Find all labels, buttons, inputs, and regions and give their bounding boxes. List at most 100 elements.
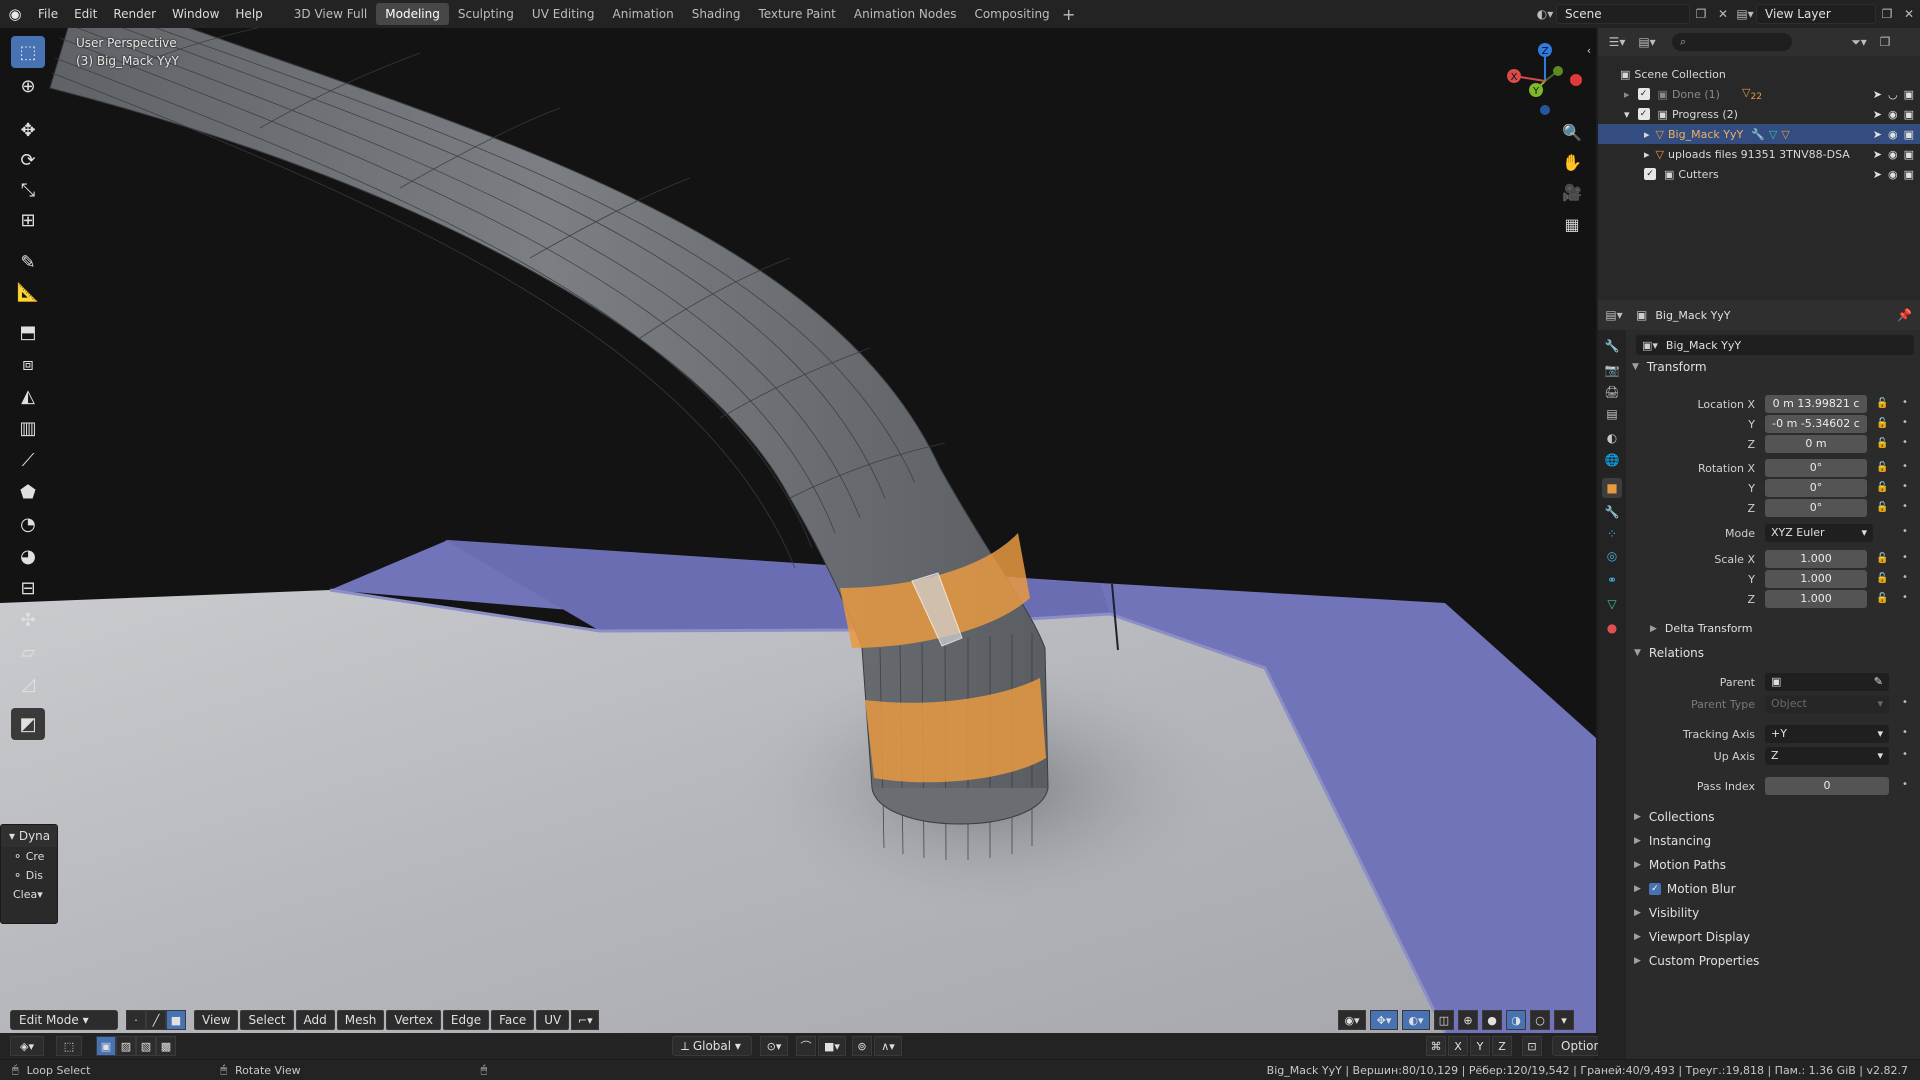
menu-render[interactable]: Render bbox=[105, 0, 164, 28]
expand-arrow-icon[interactable]: ▸ bbox=[1624, 88, 1630, 101]
menu-add[interactable]: Add bbox=[295, 1010, 335, 1030]
properties-editor-type-icon[interactable]: ▤▾ bbox=[1598, 305, 1630, 325]
dyntopo-clean-item[interactable]: Clea▾ bbox=[1, 885, 57, 904]
shear-icon[interactable]: ▱ bbox=[11, 636, 45, 668]
outliner-item-cutters[interactable]: ✓ ▣ Cutters ➤ ◉ ▣ bbox=[1598, 164, 1920, 184]
select-arrow-icon[interactable]: ➤ bbox=[1873, 88, 1882, 101]
3d-viewport[interactable]: User Perspective (3) Big_Mack YyY Z Y X … bbox=[0, 28, 1596, 1033]
pan-hand-icon[interactable]: ✋ bbox=[1558, 148, 1586, 176]
keyframe-dot-icon[interactable]: • bbox=[1902, 749, 1908, 760]
lock-icon[interactable]: 🔓 bbox=[1876, 482, 1888, 493]
active-tool-icon[interactable]: ⬚ bbox=[56, 1036, 82, 1056]
ortho-grid-icon[interactable]: ▦ bbox=[1558, 210, 1586, 238]
eye-icon[interactable]: ◡ bbox=[1888, 88, 1898, 101]
pivot-icon[interactable]: ⊙▾ bbox=[760, 1036, 788, 1056]
outliner-editor-type-icon[interactable]: ☰▾ bbox=[1602, 32, 1632, 52]
gizmo-toggle-icon[interactable]: ✥▾ bbox=[1370, 1010, 1398, 1030]
location-x-field[interactable]: 0 m 13.99821 c bbox=[1765, 395, 1867, 413]
keyframe-dot-icon[interactable]: • bbox=[1902, 592, 1908, 603]
world-tab-icon[interactable]: 🌐 bbox=[1602, 450, 1622, 470]
rotation-mode-dropdown[interactable]: XYZ Euler ▾ bbox=[1765, 524, 1873, 542]
lock-icon[interactable]: 🔓 bbox=[1876, 573, 1888, 584]
scale-x-field[interactable]: 1.000 bbox=[1765, 550, 1867, 568]
tracking-axis-dropdown[interactable]: +Y ▾ bbox=[1765, 725, 1889, 743]
location-y-field[interactable]: -0 m -5.34602 c bbox=[1765, 415, 1867, 433]
rotation-y-field[interactable]: 0° bbox=[1765, 479, 1867, 497]
keyframe-dot-icon[interactable]: • bbox=[1902, 526, 1908, 537]
menu-file[interactable]: File bbox=[30, 0, 66, 28]
keyframe-dot-icon[interactable]: • bbox=[1902, 697, 1908, 708]
location-z-field[interactable]: 0 m bbox=[1765, 435, 1867, 453]
dyntopo-dissolve-item[interactable]: ⚬ Dis bbox=[1, 866, 57, 885]
select-mode-new-icon[interactable]: ▣ bbox=[96, 1036, 116, 1056]
view-layer-tab-icon[interactable]: ▤ bbox=[1602, 404, 1622, 424]
parent-field[interactable]: ▣ ✎ bbox=[1765, 673, 1889, 691]
exclude-checkbox[interactable]: ✓ bbox=[1637, 88, 1650, 100]
keyframe-dot-icon[interactable]: • bbox=[1902, 461, 1908, 472]
select-arrow-icon[interactable]: ➤ bbox=[1873, 148, 1882, 161]
blender-logo-icon[interactable]: ◉ bbox=[0, 0, 30, 28]
eye-icon[interactable]: ◉ bbox=[1888, 148, 1898, 161]
relations-section-header[interactable]: ▼ Relations bbox=[1634, 646, 1704, 660]
scene-tab-icon[interactable]: ◐ bbox=[1602, 428, 1622, 448]
cursor-icon[interactable]: ⊕ bbox=[11, 70, 45, 102]
visibility-section[interactable]: ▶ Visibility bbox=[1634, 906, 1699, 920]
motion-paths-section[interactable]: ▶ Motion Paths bbox=[1634, 858, 1726, 872]
tab-uv-editing[interactable]: UV Editing bbox=[523, 3, 604, 25]
bevel-icon[interactable]: ◭ bbox=[11, 380, 45, 412]
delta-transform-section[interactable]: ▶ Delta Transform bbox=[1650, 622, 1752, 635]
camera-icon[interactable]: ▣ bbox=[1904, 108, 1914, 121]
snap-toggle-icon[interactable]: ⌒ bbox=[796, 1036, 816, 1056]
eye-icon[interactable]: ◉ bbox=[1888, 128, 1898, 141]
auto-merge-icon[interactable]: ⊡ bbox=[1522, 1036, 1542, 1056]
output-tab-icon[interactable]: 🖨 bbox=[1602, 382, 1622, 402]
measure-icon[interactable]: 📐 bbox=[11, 276, 45, 308]
keyframe-dot-icon[interactable]: • bbox=[1902, 727, 1908, 738]
parent-type-dropdown[interactable]: Object ▾ bbox=[1765, 695, 1889, 713]
viewport-display-section[interactable]: ▶ Viewport Display bbox=[1634, 930, 1750, 944]
tab-modeling[interactable]: Modeling bbox=[376, 3, 449, 25]
material-shading-icon[interactable]: ◑ bbox=[1506, 1010, 1526, 1030]
render-tab-icon[interactable]: 📷 bbox=[1602, 360, 1622, 380]
tab-compositing[interactable]: Compositing bbox=[965, 3, 1058, 25]
up-axis-dropdown[interactable]: Z ▾ bbox=[1765, 747, 1889, 765]
camera-icon[interactable]: ▣ bbox=[1904, 88, 1914, 101]
display-mode-icon[interactable]: ▤▾ bbox=[1632, 32, 1662, 52]
select-box-icon[interactable]: ⬚ bbox=[11, 36, 45, 68]
menu-mesh[interactable]: Mesh bbox=[336, 1010, 385, 1030]
exclude-checkbox[interactable]: ✓ bbox=[1644, 168, 1656, 180]
particles-tab-icon[interactable]: ⁘ bbox=[1602, 524, 1622, 544]
collapse-arrow-icon[interactable]: ▾ bbox=[1624, 108, 1630, 121]
eyedropper-icon[interactable]: ✎ bbox=[1874, 673, 1883, 691]
scene-browse-icon[interactable]: ◐▾ bbox=[1534, 4, 1556, 24]
snap-menu-icon[interactable]: ⌐▾ bbox=[571, 1010, 600, 1030]
spin-icon[interactable]: ◔ bbox=[11, 508, 45, 540]
mirror-y-toggle[interactable]: Y bbox=[1470, 1036, 1490, 1056]
view-layer-field[interactable]: View Layer bbox=[1756, 4, 1876, 24]
lock-icon[interactable]: 🔓 bbox=[1876, 398, 1888, 409]
pass-index-field[interactable]: 0 bbox=[1765, 777, 1889, 795]
transform-section-header[interactable]: ▼ Transform bbox=[1632, 360, 1707, 374]
expand-arrow-icon[interactable]: ▸ bbox=[1644, 128, 1650, 141]
tool-tab-icon[interactable]: 🔧 bbox=[1602, 336, 1622, 356]
outliner-search-input[interactable]: ⌕ bbox=[1672, 33, 1792, 51]
outliner-item-big-mack[interactable]: ▸ ▽ Big_Mack YyY 🔧 ▽ ▽ ➤ ◉ ▣ bbox=[1598, 124, 1920, 144]
menu-uv[interactable]: UV bbox=[536, 1010, 570, 1030]
lock-icon[interactable]: 🔓 bbox=[1876, 553, 1888, 564]
camera-view-icon[interactable]: 🎥 bbox=[1558, 178, 1586, 206]
camera-icon[interactable]: ▣ bbox=[1904, 148, 1914, 161]
lock-icon[interactable]: 🔓 bbox=[1876, 438, 1888, 449]
face-select-icon[interactable]: ■ bbox=[166, 1010, 186, 1030]
edge-slide-icon[interactable]: ⊟ bbox=[11, 572, 45, 604]
lock-icon[interactable]: 🔓 bbox=[1876, 462, 1888, 473]
overlay-toggle-icon[interactable]: ◐▾ bbox=[1402, 1010, 1430, 1030]
view-layer-browse-icon[interactable]: ▤▾ bbox=[1734, 4, 1756, 24]
editor-type-icon[interactable]: ◈▾ bbox=[10, 1036, 44, 1056]
select-mode-intersect-icon[interactable]: ▩ bbox=[156, 1036, 176, 1056]
physics-tab-icon[interactable]: ◎ bbox=[1602, 546, 1622, 566]
custom-properties-section[interactable]: ▶ Custom Properties bbox=[1634, 954, 1759, 968]
scale-y-field[interactable]: 1.000 bbox=[1765, 570, 1867, 588]
scale-z-field[interactable]: 1.000 bbox=[1765, 590, 1867, 608]
motion-blur-section[interactable]: ▶ ✓ Motion Blur bbox=[1634, 882, 1736, 896]
shrink-fatten-icon[interactable]: ✣ bbox=[11, 604, 45, 636]
